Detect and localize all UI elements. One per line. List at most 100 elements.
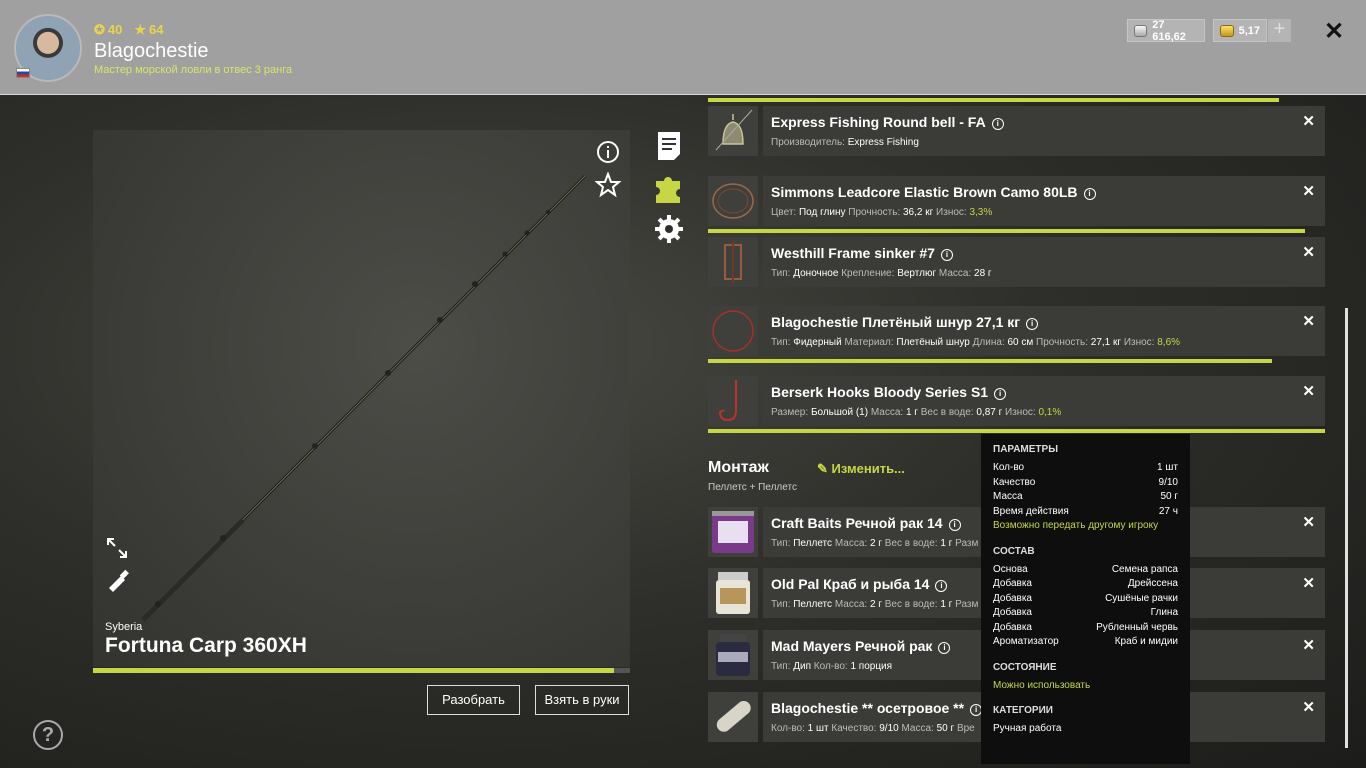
meta-label: Масса:: [834, 538, 870, 549]
meta-value: 28 г: [974, 268, 992, 279]
wear-bar: [708, 359, 1272, 363]
player-name: Blagochestie: [94, 40, 209, 62]
tooltip-param-row-value: 1 шт: [1157, 462, 1178, 473]
tooltip-params-title: ПАРАМЕТРЫ: [993, 444, 1058, 455]
tooltip-composition-row-key: Основа: [993, 563, 1028, 575]
rod-name: Fortuna Carp 360XH: [105, 634, 307, 657]
meta-value: 0,87 г: [976, 407, 1003, 418]
meta-label: Производитель:: [771, 137, 848, 148]
meta-value: Доночное: [793, 268, 839, 279]
tooltip-composition-row: Основа Семена рапса: [993, 563, 1178, 578]
component-meta: Тип: Дип Кол-во: 1 порция: [771, 661, 892, 672]
component-title: Simmons Leadcore Elastic Brown Camo 80LB…: [771, 184, 1096, 200]
bell-thumbnail: [708, 106, 758, 156]
wear-bar: [708, 98, 1279, 102]
meta-label: Масса:: [870, 407, 906, 418]
edit-montage-label: Изменить...: [831, 461, 905, 476]
level-icon: ✪: [94, 22, 105, 37]
rod-preview[interactable]: [93, 130, 630, 667]
add-currency-button[interactable]: +: [1268, 19, 1291, 42]
component-title: Old Pal Краб и рыба 14 i: [771, 576, 948, 592]
expand-icon[interactable]: [105, 536, 129, 566]
component-meta: Тип: Доночное Крепление: Вертлюг Масса: …: [771, 268, 992, 279]
list-item[interactable]: Express Fishing Round bell - FA i Произво…: [708, 106, 1325, 156]
player-level: 40: [107, 22, 123, 37]
equip-button[interactable]: Взять в руки: [535, 685, 629, 715]
puzzle-icon[interactable]: [654, 173, 684, 203]
notes-icon[interactable]: [654, 130, 684, 160]
meta-wear-value: 3,3%: [969, 207, 993, 218]
meta-value: Фидерный: [793, 337, 842, 348]
rod-durability-fill: [93, 668, 614, 673]
tooltip-state-value: Можно использовать: [993, 679, 1091, 691]
wear-bar: [708, 229, 1305, 233]
component-title: Blagochestie Плетёный шнур 27,1 кг i: [771, 314, 1039, 330]
remove-icon[interactable]: ✕: [1302, 636, 1315, 654]
info-icon[interactable]: i: [994, 388, 1007, 400]
rod-brand: Syberia: [105, 621, 143, 633]
scrollbar[interactable]: [1345, 308, 1348, 748]
info-icon[interactable]: i: [938, 642, 951, 654]
meta-value: 50 г: [936, 723, 955, 734]
tooltip-param-row-value: 50 г: [1160, 491, 1178, 502]
info-icon[interactable]: i: [1026, 318, 1039, 330]
meta-value: Пеллетс: [793, 538, 833, 549]
favorite-star-icon[interactable]: [594, 171, 622, 204]
tooltip-composition-row: Добавка Сушёные рачки: [993, 592, 1178, 607]
meta-label: Прочность:: [1036, 337, 1091, 348]
meta-label: Износ:: [1123, 337, 1158, 348]
info-icon[interactable]: i: [1083, 188, 1096, 200]
component-title: Express Fishing Round bell - FA i: [771, 114, 1004, 130]
meta-value: 2 г: [869, 538, 882, 549]
russia-flag-icon: [16, 68, 30, 78]
meta-value: 1 г: [940, 538, 953, 549]
remove-icon[interactable]: ✕: [1302, 698, 1315, 716]
tooltip-categories-title: КАТЕГОРИИ: [993, 705, 1053, 716]
meta-label: Тип:: [771, 661, 794, 672]
meta-label: Масса:: [834, 599, 870, 610]
meta-wear-value: 8,6%: [1157, 337, 1181, 348]
meta-label: Вре: [956, 723, 975, 734]
disassemble-button[interactable]: Разобрать: [427, 685, 520, 715]
meta-value: 60 см: [1007, 337, 1034, 348]
gold-balance: 5,17: [1213, 19, 1267, 42]
component-title: Blagochestie ** осетровое ** i: [771, 700, 983, 716]
remove-icon[interactable]: ✕: [1302, 312, 1315, 330]
meta-value: 1 шт: [807, 723, 829, 734]
player-stats: ✪ 40 ★ 64: [94, 22, 164, 38]
info-icon[interactable]: i: [940, 249, 953, 261]
braided-line-thumbnail: [708, 306, 758, 356]
list-item[interactable]: Berserk Hooks Bloody Series S1 i Размер: …: [708, 376, 1325, 426]
component-meta: Кол-во: 1 шт Качество: 9/10 Масса: 50 г …: [771, 723, 975, 734]
help-icon[interactable]: ?: [33, 720, 63, 750]
tooltip-composition-row: Добавка Дрейссена: [993, 577, 1178, 592]
remove-icon[interactable]: ✕: [1302, 182, 1315, 200]
remove-icon[interactable]: ✕: [1302, 574, 1315, 592]
remove-icon[interactable]: ✕: [1302, 243, 1315, 261]
meta-value: Большой (1): [810, 407, 869, 418]
montage-subtitle: Пеллетс + Пеллетс: [708, 482, 797, 493]
close-icon[interactable]: ✕: [1324, 17, 1344, 46]
top-bar: ✪ 40 ★ 64 Blagochestie Мастер морской ловл…: [0, 0, 1366, 95]
meta-label: Кол-во:: [771, 723, 808, 734]
edit-montage-button[interactable]: ✎ Изменить...: [817, 461, 905, 477]
remove-icon[interactable]: ✕: [1302, 112, 1315, 130]
player-stars: 64: [149, 22, 164, 37]
list-item[interactable]: Westhill Frame sinker #7 i Тип: Доночное …: [708, 237, 1325, 287]
remove-icon[interactable]: ✕: [1302, 382, 1315, 400]
tooltip-composition-row-value: Краб и мидии: [1114, 636, 1178, 647]
paint-brush-icon[interactable]: [105, 568, 129, 598]
info-icon[interactable]: i: [935, 580, 948, 592]
info-icon[interactable]: i: [991, 118, 1004, 130]
list-item[interactable]: Blagochestie Плетёный шнур 27,1 кг i Тип:…: [708, 306, 1325, 356]
gear-icon[interactable]: [654, 214, 684, 244]
info-icon[interactable]: i: [948, 519, 961, 531]
remove-icon[interactable]: ✕: [1302, 513, 1315, 531]
info-icon[interactable]: [596, 140, 620, 170]
wear-bar: [708, 429, 1325, 433]
tooltip-composition-row-value: Сушёные рачки: [1105, 592, 1178, 604]
list-item[interactable]: Simmons Leadcore Elastic Brown Camo 80LB…: [708, 176, 1325, 226]
meta-wear-value: 0,1%: [1038, 407, 1062, 418]
meta-label: Тип:: [771, 599, 794, 610]
meta-value: Плетёный шнур: [896, 337, 970, 348]
